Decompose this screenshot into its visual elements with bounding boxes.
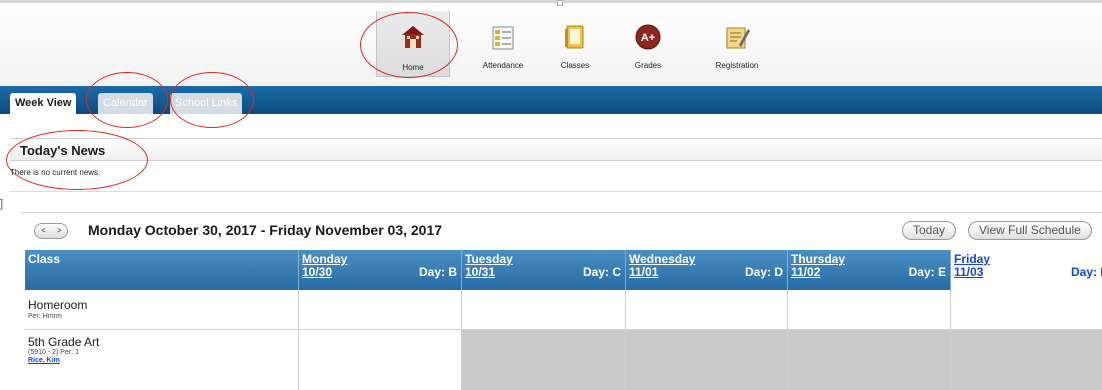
day-date[interactable]: 11/02 bbox=[791, 265, 820, 279]
day-code: Day: E bbox=[908, 265, 946, 279]
teacher-link[interactable]: Rice, Kim bbox=[28, 357, 60, 364]
news-header: Today's News bbox=[10, 138, 1102, 160]
week-schedule: < > Monday October 30, 2017 - Friday Nov… bbox=[20, 212, 1102, 390]
tab-calendar[interactable]: Calendar bbox=[98, 93, 153, 114]
news-message: There is no current news. bbox=[10, 168, 101, 177]
schedule-cell[interactable] bbox=[787, 290, 950, 329]
next-week-button[interactable]: > bbox=[51, 224, 68, 238]
nav-grades[interactable]: A+ Grades bbox=[611, 11, 685, 77]
nav-registration[interactable]: Registration bbox=[700, 11, 774, 77]
tab-school-links[interactable]: School Links bbox=[170, 93, 243, 114]
day-name[interactable]: Wednesday bbox=[629, 252, 695, 266]
nav-grades-label: Grades bbox=[634, 61, 662, 70]
class-period: (5910 - 2) Per: 1 bbox=[28, 349, 79, 356]
grades-icon: A+ bbox=[635, 24, 661, 50]
day-header-friday[interactable]: Friday 11/03 Day: F bbox=[950, 250, 1102, 290]
nav-attendance[interactable]: Attendance bbox=[466, 11, 540, 77]
tab-bar: Week View Calendar School Links bbox=[0, 86, 1102, 114]
nav-home-label: Home bbox=[402, 63, 424, 72]
day-header-wednesday[interactable]: Wednesday 11/01 Day: D bbox=[625, 250, 787, 290]
day-name[interactable]: Monday bbox=[302, 252, 347, 266]
day-header-monday[interactable]: Monday 10/30 Day: B bbox=[298, 250, 461, 290]
schedule-cell[interactable] bbox=[950, 290, 1102, 329]
top-navigation: Home Attendance Classes A+ Grades Regist… bbox=[0, 0, 1102, 86]
day-code: Day: D bbox=[744, 265, 783, 279]
class-period: Per: Hmrm bbox=[28, 313, 62, 320]
resize-handle[interactable] bbox=[557, 0, 563, 6]
schedule-cell[interactable] bbox=[950, 330, 1102, 390]
news-title: Today's News bbox=[20, 143, 106, 158]
day-header-tuesday[interactable]: Tuesday 10/31 Day: C bbox=[461, 250, 625, 290]
schedule-header-row: Class Monday 10/30 Day: B Tuesday 10/31 … bbox=[25, 250, 1102, 290]
registration-icon bbox=[726, 27, 750, 49]
tab-week-view[interactable]: Week View bbox=[10, 93, 77, 114]
class-name: 5th Grade Art bbox=[28, 335, 100, 349]
grades-badge-text: A+ bbox=[641, 32, 655, 44]
day-header-thursday[interactable]: Thursday 11/02 Day: E bbox=[787, 250, 950, 290]
week-range-label: Monday October 30, 2017 - Friday Novembe… bbox=[88, 222, 443, 238]
day-date[interactable]: 10/31 bbox=[465, 265, 495, 279]
news-panel: There is no current news. bbox=[10, 160, 1102, 192]
class-name: Homeroom bbox=[28, 298, 88, 312]
nav-attendance-label: Attendance bbox=[482, 61, 524, 70]
schedule-cell[interactable] bbox=[625, 290, 787, 329]
day-name[interactable]: Thursday bbox=[791, 252, 845, 266]
panel-edge-mark: ] bbox=[0, 198, 4, 210]
schedule-cell[interactable] bbox=[298, 330, 461, 390]
schedule-row: 5th Grade Art (5910 - 2) Per: 1 Rice, Ki… bbox=[25, 330, 1102, 390]
nav-classes-label: Classes bbox=[560, 61, 590, 70]
day-name[interactable]: Tuesday bbox=[465, 252, 513, 266]
nav-classes[interactable]: Classes bbox=[538, 11, 612, 77]
today-button[interactable]: Today bbox=[902, 221, 957, 240]
day-name[interactable]: Friday bbox=[954, 252, 990, 266]
day-code: Day: F bbox=[1071, 265, 1102, 279]
schedule-cell[interactable] bbox=[298, 290, 461, 329]
schedule-cell[interactable] bbox=[461, 330, 625, 390]
schedule-cell[interactable] bbox=[625, 330, 787, 390]
schedule-cell[interactable] bbox=[787, 330, 950, 390]
prev-week-button[interactable]: < bbox=[35, 224, 52, 238]
day-date[interactable]: 11/01 bbox=[629, 265, 658, 279]
week-pager: < > bbox=[34, 223, 68, 239]
day-date[interactable]: 10/30 bbox=[302, 265, 332, 279]
schedule-row: Homeroom Per: Hmrm bbox=[25, 290, 1102, 330]
day-code: Day: C bbox=[582, 265, 621, 279]
day-date[interactable]: 11/03 bbox=[954, 265, 983, 279]
view-full-schedule-button[interactable]: View Full Schedule bbox=[968, 221, 1092, 240]
classes-icon bbox=[565, 25, 584, 49]
nav-registration-label: Registration bbox=[715, 61, 759, 70]
class-column-header: Class bbox=[28, 252, 61, 266]
home-icon bbox=[402, 26, 424, 48]
schedule-grid: Class Monday 10/30 Day: B Tuesday 10/31 … bbox=[25, 250, 1102, 390]
nav-home[interactable]: Home bbox=[376, 11, 450, 77]
day-code: Day: B bbox=[418, 265, 457, 279]
schedule-cell[interactable] bbox=[461, 290, 625, 329]
attendance-icon bbox=[492, 26, 514, 50]
